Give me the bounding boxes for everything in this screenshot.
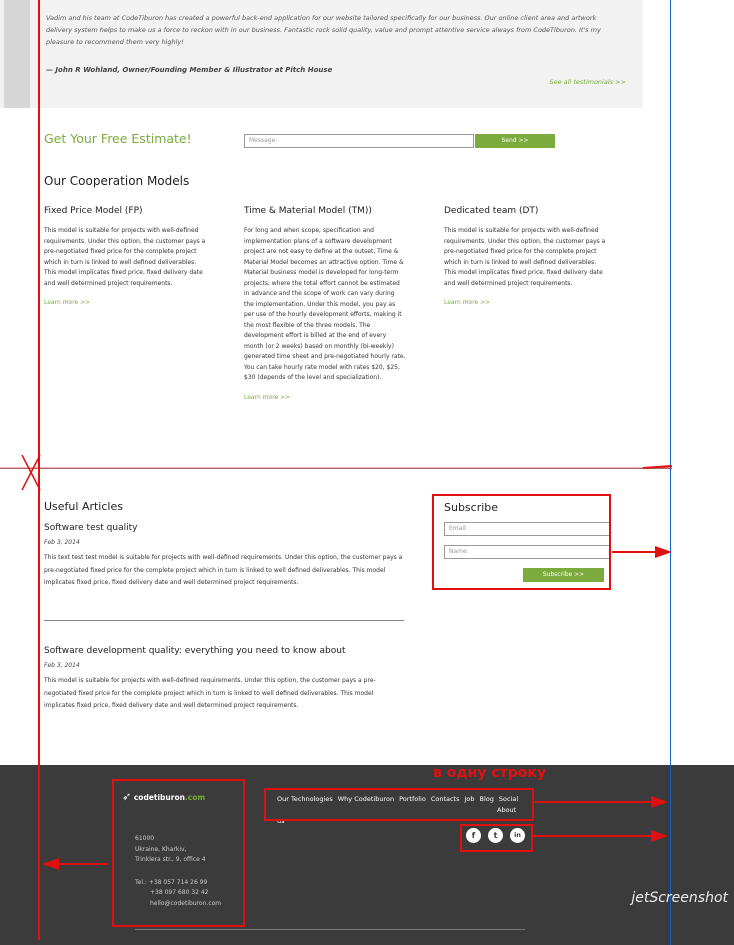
watermark: jetScreenshot	[631, 890, 728, 906]
arrowhead-subscribe	[655, 546, 672, 558]
arrowhead-address	[42, 858, 59, 870]
annotation-arrows	[0, 454, 673, 870]
arrowhead-nav	[651, 796, 668, 808]
arrowhead-social	[651, 830, 668, 842]
